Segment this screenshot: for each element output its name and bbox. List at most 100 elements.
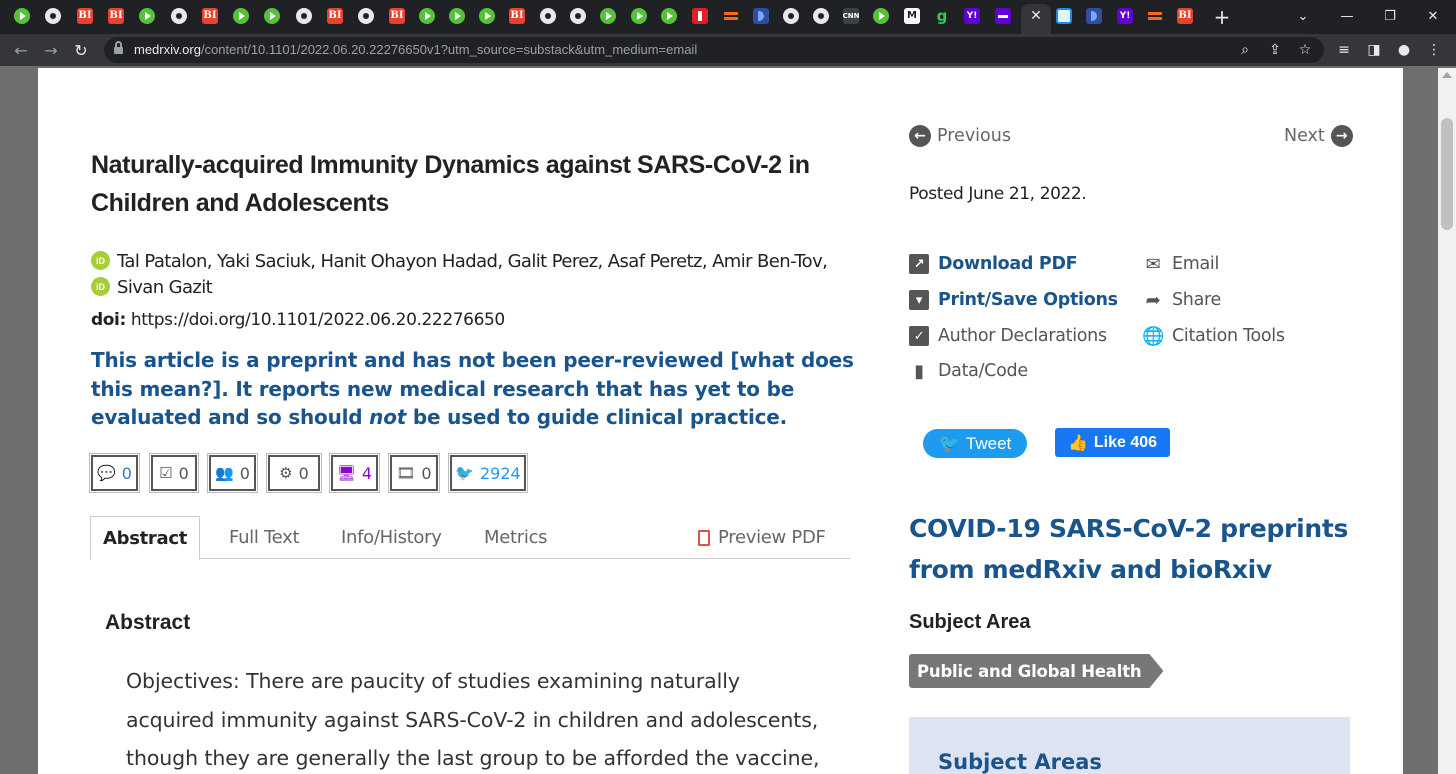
abstract-heading: Abstract <box>105 611 191 634</box>
tab-favicon-blue-icon[interactable] <box>1086 8 1102 24</box>
tab-favicon-stack-icon[interactable] <box>1147 8 1163 24</box>
data-code-link[interactable]: ▮ Data/Code <box>909 361 1028 382</box>
zoom-icon[interactable]: ⌕ <box>1235 40 1255 60</box>
tab-favicon-circle-icon[interactable] <box>296 8 312 24</box>
scrollbar-thumb[interactable] <box>1441 118 1453 230</box>
tab-favicon-play-icon[interactable] <box>661 8 677 24</box>
scroll-up-arrow-icon[interactable] <box>1442 72 1452 78</box>
next-link[interactable]: Next → <box>1284 125 1353 147</box>
share-page-icon[interactable]: ⇪ <box>1265 40 1285 60</box>
reload-icon[interactable]: ↻ <box>70 39 92 61</box>
author-list-line-1[interactable]: Tal Patalon, Yaki Saciuk, Hanit Ohayon H… <box>117 251 828 272</box>
tab-favicon-yf-icon[interactable]: Y! <box>964 8 980 24</box>
print-save-link[interactable]: ▾ Print/Save Options <box>909 290 1118 310</box>
metric-monitor-badge[interactable]: 🖥 4 <box>329 453 380 493</box>
covid-collection-heading[interactable]: COVID-19 SARS-CoV-2 preprints from medRx… <box>909 508 1349 590</box>
share-link[interactable]: ➦ Share <box>1143 290 1222 311</box>
pdf-file-icon <box>698 529 710 546</box>
window-close-icon[interactable]: ✕ <box>1420 5 1446 27</box>
like-label: Like 406 <box>1093 433 1158 451</box>
previous-link[interactable]: ← Previous <box>909 125 1011 147</box>
tab-close-icon[interactable]: ✕ <box>1026 6 1046 26</box>
email-link[interactable]: ✉ Email <box>1143 254 1220 275</box>
orcid-icon[interactable]: iD <box>91 251 110 270</box>
tab-favicon-yf-icon[interactable]: Y! <box>1117 8 1133 24</box>
orcid-icon[interactable]: iD <box>91 277 110 296</box>
tab-favicon-play-icon[interactable] <box>264 8 280 24</box>
tab-favicon-bi-icon[interactable]: BI <box>327 8 343 24</box>
tab-favicon-blue-icon[interactable] <box>753 8 769 24</box>
citation-tools-link[interactable]: 🌐 Citation Tools <box>1142 326 1285 347</box>
tab-favicon-play-icon[interactable] <box>449 8 465 24</box>
tab-favicon-circle-icon[interactable] <box>783 8 799 24</box>
kebab-menu-icon[interactable]: ⋮ <box>1424 40 1444 60</box>
lock-icon[interactable] <box>114 41 123 55</box>
metric-users-count: 0 <box>239 463 250 483</box>
author-declarations-link[interactable]: ✓ Author Declarations <box>909 326 1107 346</box>
metric-cogs-badge[interactable]: ⚙ 0 <box>266 453 322 493</box>
url-text[interactable]: medrxiv.org/content/10.1101/2022.06.20.2… <box>134 42 697 58</box>
tab-info-history[interactable]: Info/History <box>341 516 442 559</box>
page-scrollbar[interactable] <box>1438 68 1456 774</box>
profile-avatar-icon[interactable]: ● <box>1394 40 1414 60</box>
metric-checkbox-badge[interactable]: ☑ 0 <box>149 453 199 493</box>
side-panel-icon[interactable]: ◨ <box>1364 40 1384 60</box>
new-tab-plus-icon[interactable]: + <box>1210 5 1234 29</box>
metric-comments-badge[interactable]: 💬 0 <box>89 453 140 493</box>
tab-favicon-stack-icon[interactable] <box>723 8 739 24</box>
tab-metrics[interactable]: Metrics <box>484 516 548 559</box>
tab-search-chevron-icon[interactable]: ⌄ <box>1290 5 1316 27</box>
tab-favicon-bi-icon[interactable]: BI <box>77 8 93 24</box>
tab-favicon-chart-icon[interactable] <box>1056 8 1072 24</box>
tab-favicon-circle-icon[interactable] <box>45 8 61 24</box>
tab-favicon-bi-icon[interactable]: BI <box>389 8 405 24</box>
tab-favicon-play-icon[interactable] <box>139 8 155 24</box>
tab-preview-pdf[interactable]: Preview PDF <box>698 516 826 559</box>
doi-link[interactable]: https://doi.org/10.1101/2022.06.20.22276… <box>131 310 505 330</box>
preprint-notice: This article is a preprint and has not b… <box>91 346 861 432</box>
forward-arrow-icon[interactable]: → <box>40 39 62 61</box>
metric-cogs-count: 0 <box>298 463 309 483</box>
film-icon: 🎞 <box>396 464 416 482</box>
tab-favicon-grey-icon[interactable]: CNN <box>843 8 859 24</box>
tab-favicon-circle-icon[interactable] <box>570 8 586 24</box>
metric-film-badge[interactable]: 🎞 0 <box>388 453 440 493</box>
tab-favicon-circle-icon[interactable] <box>540 8 556 24</box>
tab-favicon-play-icon[interactable] <box>233 8 249 24</box>
minimize-icon[interactable]: — <box>1334 5 1360 27</box>
tweet-button[interactable]: 🐦 Tweet <box>923 429 1027 458</box>
tab-favicon-play-icon[interactable] <box>419 8 435 24</box>
tab-favicon-play-icon[interactable] <box>479 8 495 24</box>
tab-favicon-g-icon[interactable]: g <box>934 8 950 24</box>
tab-abstract[interactable]: Abstract <box>90 516 201 560</box>
tab-favicon-red-icon[interactable] <box>692 8 708 24</box>
tab-full-text[interactable]: Full Text <box>229 516 300 559</box>
tab-favicon-circle-icon[interactable] <box>171 8 187 24</box>
tab-favicon-bi-icon[interactable]: BI <box>1177 8 1193 24</box>
bookmark-star-icon[interactable]: ☆ <box>1295 40 1315 60</box>
tab-favicon-purple-icon[interactable] <box>995 8 1011 24</box>
subject-tag[interactable]: Public and Global Health <box>909 654 1163 688</box>
maximize-icon[interactable]: ❐ <box>1377 5 1403 27</box>
facebook-like-button[interactable]: 👍 Like 406 <box>1055 428 1170 457</box>
tab-favicon-play-icon[interactable] <box>631 8 647 24</box>
tab-favicon-circle-icon[interactable] <box>813 8 829 24</box>
thumbs-up-icon: 👍 <box>1067 434 1088 452</box>
tab-favicon-play-icon[interactable] <box>873 8 889 24</box>
tab-favicon-bi-icon[interactable]: BI <box>202 8 218 24</box>
tab-favicon-m-icon[interactable]: M <box>904 8 920 24</box>
download-pdf-link[interactable]: ↗ Download PDF <box>909 254 1078 274</box>
users-icon: 👥 <box>215 464 234 482</box>
reading-list-icon[interactable]: ≡ <box>1334 40 1354 60</box>
preprint-notice-emphasis: not <box>369 405 407 429</box>
tab-favicon-bi-icon[interactable]: BI <box>509 8 525 24</box>
previous-label: Previous <box>937 126 1011 146</box>
metric-users-badge[interactable]: 👥 0 <box>207 453 258 493</box>
author-list-line-2[interactable]: Sivan Gazit <box>117 277 213 298</box>
metric-twitter-badge[interactable]: 🐦 2924 <box>448 453 528 493</box>
tab-favicon-bi-icon[interactable]: BI <box>108 8 124 24</box>
back-arrow-icon[interactable]: ← <box>10 39 32 61</box>
tab-favicon-play-icon[interactable] <box>14 8 30 24</box>
tab-favicon-circle-icon[interactable] <box>358 8 374 24</box>
tab-favicon-play-icon[interactable] <box>600 8 616 24</box>
